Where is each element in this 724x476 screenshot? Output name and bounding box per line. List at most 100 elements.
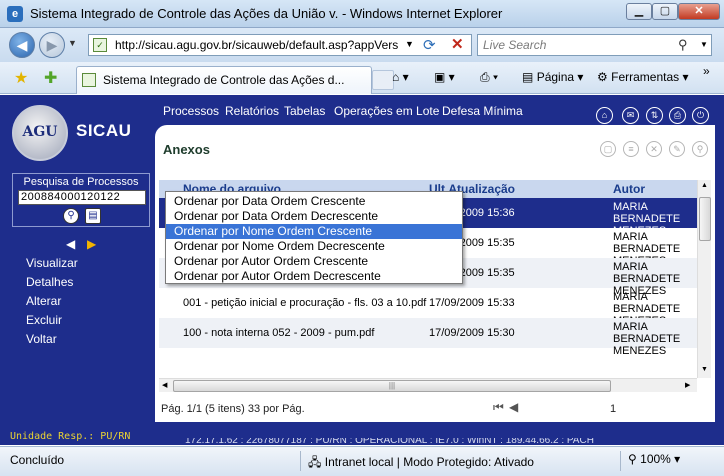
ie-icon: e bbox=[7, 6, 23, 22]
search-dropdown-icon[interactable]: ▼ bbox=[700, 40, 708, 49]
back-button[interactable]: ◀ bbox=[9, 32, 35, 58]
window-titlebar: e Sistema Integrado de Controle das Açõe… bbox=[0, 0, 724, 28]
sort-author-asc[interactable]: Ordenar por Autor Ordem Crescente bbox=[166, 254, 462, 269]
security-zone[interactable]: 🖧 Intranet local | Modo Protegido: Ativa… bbox=[308, 453, 534, 474]
search-icon[interactable]: ⚲ bbox=[63, 208, 79, 224]
tools-menu[interactable]: ⚙ Ferramentas ▾ bbox=[597, 70, 689, 84]
prev-page-icon[interactable]: ◀ bbox=[509, 400, 518, 414]
print-icon[interactable]: ⎙ bbox=[669, 107, 686, 124]
vertical-scrollbar[interactable]: ▲ ▼ bbox=[697, 180, 711, 378]
table-row[interactable]: 001 - petição inicial e procuração - fls… bbox=[159, 288, 697, 327]
scroll-down-icon[interactable]: ▼ bbox=[701, 366, 708, 373]
menu-voltar[interactable]: Voltar bbox=[26, 332, 57, 346]
sort-name-asc[interactable]: Ordenar por Nome Ordem Crescente bbox=[166, 224, 462, 239]
address-field[interactable]: ✓ http://sicau.agu.gov.br/sicauweb/defau… bbox=[88, 34, 472, 56]
nav-defesa-minima[interactable]: Defesa Mínima bbox=[442, 104, 523, 118]
new-tab-button[interactable] bbox=[372, 70, 394, 90]
column-header-author[interactable]: Autor bbox=[613, 182, 645, 196]
search-icon[interactable]: ⚲ bbox=[678, 37, 688, 53]
sort-context-menu: Ordenar por Data Ordem Crescente Ordenar… bbox=[165, 191, 463, 284]
maximize-icon: ▢ bbox=[659, 5, 671, 17]
scroll-left-icon[interactable]: ◀ bbox=[162, 381, 167, 389]
panel-title: Anexos bbox=[163, 142, 210, 157]
maximize-button[interactable]: ▢ bbox=[652, 3, 678, 20]
history-dropdown-icon[interactable]: ▼ bbox=[68, 38, 77, 48]
print-button[interactable]: ⎙ ▾ bbox=[480, 70, 498, 85]
tab-favicon-icon bbox=[82, 73, 96, 87]
nav-processos[interactable]: Processos bbox=[163, 104, 219, 118]
cell-date: 17/09/2009 15:33 bbox=[429, 297, 515, 309]
site-favicon-icon: ✓ bbox=[93, 38, 107, 52]
intranet-icon: 🖧 bbox=[308, 455, 322, 469]
nav-relatorios[interactable]: Relatórios bbox=[225, 104, 279, 118]
sort-date-desc[interactable]: Ordenar por Data Ordem Decrescente bbox=[166, 209, 462, 224]
home-button[interactable]: ⌂ ▾ bbox=[392, 70, 409, 84]
favorites-star-icon[interactable]: ★ bbox=[14, 68, 28, 88]
window-title: Sistema Integrado de Controle das Ações … bbox=[30, 6, 503, 21]
sort-date-asc[interactable]: Ordenar por Data Ordem Crescente bbox=[166, 194, 462, 209]
process-search-label: Pesquisa de Processos bbox=[23, 176, 139, 188]
list-icon[interactable]: ≡ bbox=[623, 141, 639, 157]
menu-alterar[interactable]: Alterar bbox=[26, 294, 61, 308]
gear-icon: ⚙ bbox=[597, 70, 608, 84]
stop-icon[interactable]: ✕ bbox=[451, 35, 464, 53]
close-button[interactable]: ✕ bbox=[678, 3, 720, 20]
first-page-icon[interactable]: ⏮ bbox=[493, 400, 504, 415]
page-menu-label: Página bbox=[536, 70, 575, 84]
menu-visualizar[interactable]: Visualizar bbox=[26, 256, 78, 270]
home-icon[interactable]: ⌂ bbox=[596, 107, 613, 124]
process-search-input[interactable]: 200884000120122 bbox=[18, 190, 146, 205]
feeds-button[interactable]: ▣ ▾ bbox=[434, 70, 455, 84]
minimize-button[interactable]: ▁ bbox=[626, 3, 652, 20]
menu-excluir[interactable]: Excluir bbox=[26, 313, 62, 327]
zoom-level: 100% bbox=[640, 452, 671, 466]
system-info-strip: 172.17.1.62 : 22678077187 : PU/RN : OPER… bbox=[185, 438, 594, 446]
browser-tab[interactable]: Sistema Integrado de Controle das Ações … bbox=[76, 66, 372, 94]
logo-text: AGU bbox=[22, 124, 58, 140]
pagination-info: Pág. 1/1 (5 itens) 33 por Pág. bbox=[161, 403, 305, 415]
menu-detalhes[interactable]: Detalhes bbox=[26, 275, 73, 289]
more-commands-icon[interactable]: » bbox=[703, 64, 710, 78]
edit-icon[interactable]: ✎ bbox=[669, 141, 685, 157]
delete-icon[interactable]: ✕ bbox=[646, 141, 662, 157]
new-document-icon[interactable]: ▢ bbox=[600, 141, 616, 157]
scroll-right-icon[interactable]: ▶ bbox=[685, 381, 690, 389]
horizontal-scroll-thumb[interactable]: ||| bbox=[173, 380, 611, 392]
table-row[interactable]: 100 - nota interna 052 - 2009 - pum.pdf … bbox=[159, 318, 697, 357]
sort-author-desc[interactable]: Ordenar por Autor Ordem Decrescente bbox=[166, 269, 462, 284]
search-field[interactable]: Live Search ⚲ ▼ bbox=[477, 34, 712, 56]
page-menu[interactable]: ▤ Página ▾ bbox=[522, 70, 583, 84]
url-text[interactable]: http://sicau.agu.gov.br/sicauweb/default… bbox=[115, 38, 398, 52]
zoom-control[interactable]: ⚲ 100% ▾ bbox=[628, 452, 680, 466]
sort-name-desc[interactable]: Ordenar por Nome Ordem Decrescente bbox=[166, 239, 462, 254]
horizontal-scrollbar[interactable]: ◀ ||| ▶ bbox=[159, 378, 697, 392]
address-dropdown-icon[interactable]: ▼ bbox=[405, 39, 414, 49]
home-icon: ⌂ bbox=[392, 70, 400, 84]
responsible-unit: Unidade Resp.: PU/RN bbox=[10, 431, 131, 442]
sync-icon[interactable]: ⇅ bbox=[646, 107, 663, 124]
forward-button[interactable]: ▶ bbox=[39, 32, 65, 58]
vertical-scroll-thumb[interactable] bbox=[699, 197, 711, 241]
tools-menu-label: Ferramentas bbox=[611, 70, 680, 84]
cell-name: 001 - petição inicial e procuração - fls… bbox=[183, 297, 427, 309]
search-icon[interactable]: ⚲ bbox=[692, 141, 708, 157]
nav-operacoes-em-lote[interactable]: Operações em Lote bbox=[334, 104, 439, 118]
document-icon[interactable]: ▤ bbox=[85, 208, 101, 224]
nav-tabelas[interactable]: Tabelas bbox=[284, 104, 325, 118]
feeds-icon: ▣ bbox=[434, 70, 446, 84]
mail-icon[interactable]: ✉ bbox=[622, 107, 639, 124]
status-bar: Concluído 🖧 Intranet local | Modo Proteg… bbox=[0, 446, 724, 476]
scroll-up-icon[interactable]: ▲ bbox=[701, 182, 708, 189]
print-icon: ⎙ bbox=[480, 70, 490, 84]
tab-toolbar: ★ ✚ Sistema Integrado de Controle das Aç… bbox=[0, 62, 724, 94]
previous-arrow-icon[interactable]: ◀ bbox=[66, 237, 75, 251]
address-toolbar: ◀ ▶ ▼ ✓ http://sicau.agu.gov.br/sicauweb… bbox=[0, 28, 724, 62]
exit-icon[interactable]: ⏻ bbox=[692, 107, 709, 124]
add-favorites-icon[interactable]: ✚ bbox=[44, 68, 57, 88]
app-name: SICAU bbox=[76, 121, 132, 140]
process-search-panel: Pesquisa de Processos 200884000120122 ⚲ … bbox=[12, 173, 150, 227]
tab-label: Sistema Integrado de Controle das Ações … bbox=[103, 73, 345, 87]
refresh-icon[interactable]: ⟳ bbox=[423, 36, 436, 54]
status-text: Concluído bbox=[10, 453, 65, 467]
next-arrow-icon[interactable]: ▶ bbox=[87, 237, 96, 251]
